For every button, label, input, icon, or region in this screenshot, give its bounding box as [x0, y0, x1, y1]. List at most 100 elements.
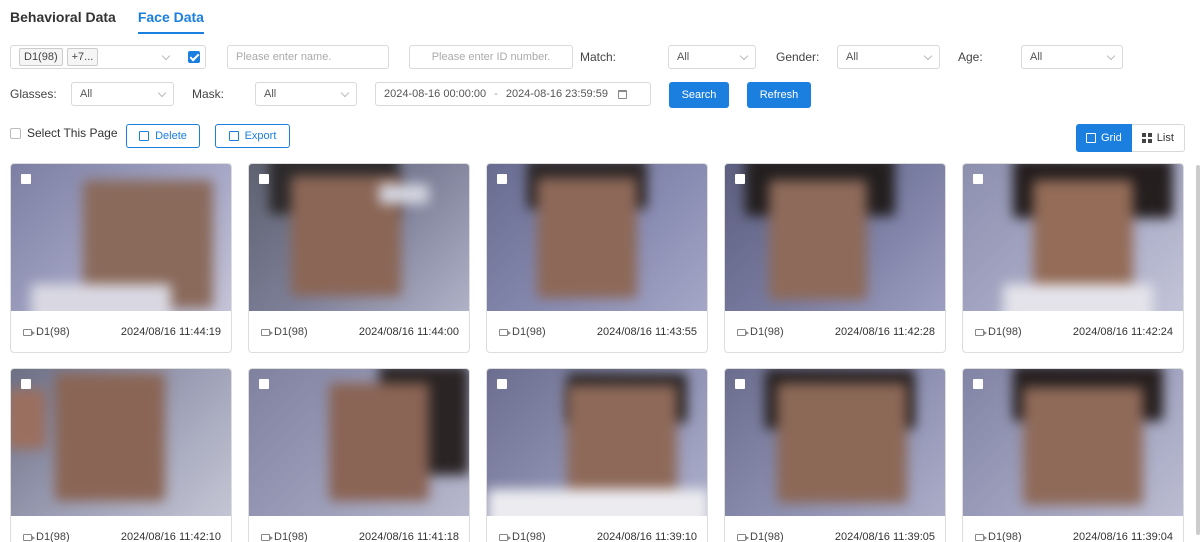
image-icon: [1086, 133, 1096, 143]
tab-face-data[interactable]: Face Data: [137, 6, 204, 34]
camera-icon: [499, 328, 511, 336]
card-meta: D1(98) 2024/08/16 11:42:24: [963, 311, 1183, 352]
card-channel: D1(98): [988, 531, 1022, 542]
card-checkbox[interactable]: [259, 379, 269, 389]
face-card[interactable]: D1(98) 2024/08/16 11:44:00: [248, 163, 470, 353]
card-camera: D1(98): [499, 531, 546, 542]
card-channel: D1(98): [274, 326, 308, 338]
card-camera: D1(98): [975, 531, 1022, 542]
card-meta: D1(98) 2024/08/16 11:39:05: [725, 516, 945, 542]
export-icon: [228, 131, 239, 141]
card-checkbox[interactable]: [21, 379, 31, 389]
face-thumbnail: [11, 369, 231, 516]
card-time: 2024/08/16 11:42:10: [120, 531, 221, 542]
delete-label: Delete: [155, 130, 187, 142]
face-thumbnail: [487, 369, 707, 516]
card-checkbox[interactable]: [973, 379, 983, 389]
match-select[interactable]: All: [668, 45, 756, 69]
camera-icon: [975, 533, 987, 541]
card-camera: D1(98): [261, 326, 308, 338]
card-time: 2024/08/16 11:39:10: [596, 531, 697, 542]
face-thumbnail: [249, 164, 469, 311]
select-page-label: Select This Page: [27, 126, 118, 140]
face-card[interactable]: D1(98) 2024/08/16 11:39:05: [724, 368, 946, 542]
face-thumbnail: [487, 164, 707, 311]
select-page-control[interactable]: Select This Page: [10, 126, 118, 140]
card-channel: D1(98): [988, 326, 1022, 338]
card-checkbox[interactable]: [973, 174, 983, 184]
channel-tag: D1(98): [19, 48, 63, 66]
date-start: 2024-08-16 00:00:00: [384, 88, 487, 100]
select-page-checkbox[interactable]: [10, 127, 21, 139]
tab-bar: Behavioral Data Face Data: [10, 6, 204, 36]
tab-behavioral-data[interactable]: Behavioral Data: [10, 6, 116, 34]
grid-view-button[interactable]: Grid: [1076, 124, 1132, 152]
channel-more-tag: +7...: [66, 48, 99, 66]
camera-icon: [23, 533, 35, 541]
name-input[interactable]: Please enter name.: [227, 45, 389, 69]
date-separator: -: [494, 88, 498, 100]
chevron-down-icon: [1106, 51, 1116, 61]
chevron-down-icon: [340, 88, 350, 98]
chevron-down-icon: [157, 88, 167, 98]
face-thumbnail: [725, 164, 945, 311]
face-card[interactable]: D1(98) 2024/08/16 11:42:28: [724, 163, 946, 353]
face-card[interactable]: D1(98) 2024/08/16 11:42:24: [962, 163, 1184, 353]
card-time: 2024/08/16 11:42:28: [834, 326, 935, 338]
glasses-value: All: [80, 88, 93, 100]
trash-icon: [139, 131, 150, 141]
grid-squares-icon: [1141, 133, 1152, 143]
card-time: 2024/08/16 11:42:24: [1072, 326, 1173, 338]
age-value: All: [1030, 51, 1043, 63]
card-checkbox[interactable]: [497, 174, 507, 184]
face-card[interactable]: D1(98) 2024/08/16 11:42:10: [10, 368, 232, 542]
camera-icon: [23, 328, 35, 336]
camera-icon: [975, 328, 987, 336]
card-camera: D1(98): [499, 326, 546, 338]
face-card[interactable]: D1(98) 2024/08/16 11:41:18: [248, 368, 470, 542]
channel-select[interactable]: D1(98) +7...: [10, 45, 206, 69]
face-card[interactable]: D1(98) 2024/08/16 11:43:55: [486, 163, 708, 353]
list-label: List: [1156, 132, 1174, 144]
delete-button[interactable]: Delete: [126, 124, 200, 148]
export-button[interactable]: Export: [215, 124, 290, 148]
channel-select-all-checkbox[interactable]: [188, 51, 200, 63]
age-select[interactable]: All: [1021, 45, 1123, 69]
card-channel: D1(98): [750, 326, 784, 338]
card-camera: D1(98): [23, 326, 70, 338]
mask-select[interactable]: All: [255, 82, 357, 106]
id-number-input[interactable]: Please enter ID number.: [409, 45, 573, 69]
card-checkbox[interactable]: [497, 379, 507, 389]
chevron-down-icon: [923, 51, 933, 61]
mask-label: Mask:: [192, 87, 225, 101]
card-channel: D1(98): [36, 531, 70, 542]
glasses-label: Glasses:: [10, 87, 57, 101]
card-camera: D1(98): [975, 326, 1022, 338]
card-time: 2024/08/16 11:43:55: [596, 326, 697, 338]
card-checkbox[interactable]: [21, 174, 31, 184]
card-checkbox[interactable]: [259, 174, 269, 184]
chevron-down-icon: [739, 51, 749, 61]
card-meta: D1(98) 2024/08/16 11:44:00: [249, 311, 469, 352]
search-button[interactable]: Search: [669, 82, 729, 108]
camera-icon: [737, 328, 749, 336]
glasses-select[interactable]: All: [71, 82, 174, 106]
face-card[interactable]: D1(98) 2024/08/16 11:44:19: [10, 163, 232, 353]
face-card[interactable]: D1(98) 2024/08/16 11:39:04: [962, 368, 1184, 542]
card-checkbox[interactable]: [735, 379, 745, 389]
face-card[interactable]: D1(98) 2024/08/16 11:39:10: [486, 368, 708, 542]
grid-scrollbar[interactable]: [1196, 165, 1200, 535]
age-label: Age:: [958, 50, 983, 64]
chevron-down-icon: [161, 51, 171, 61]
face-thumbnail: [963, 164, 1183, 311]
date-range-picker[interactable]: 2024-08-16 00:00:00 - 2024-08-16 23:59:5…: [375, 82, 651, 106]
card-time: 2024/08/16 11:44:19: [120, 326, 221, 338]
gender-select[interactable]: All: [837, 45, 940, 69]
camera-icon: [499, 533, 511, 541]
list-view-button[interactable]: List: [1131, 124, 1185, 152]
face-thumbnail: [725, 369, 945, 516]
card-time: 2024/08/16 11:39:04: [1072, 531, 1173, 542]
card-checkbox[interactable]: [735, 174, 745, 184]
refresh-button[interactable]: Refresh: [747, 82, 811, 108]
grid-label: Grid: [1101, 132, 1122, 144]
